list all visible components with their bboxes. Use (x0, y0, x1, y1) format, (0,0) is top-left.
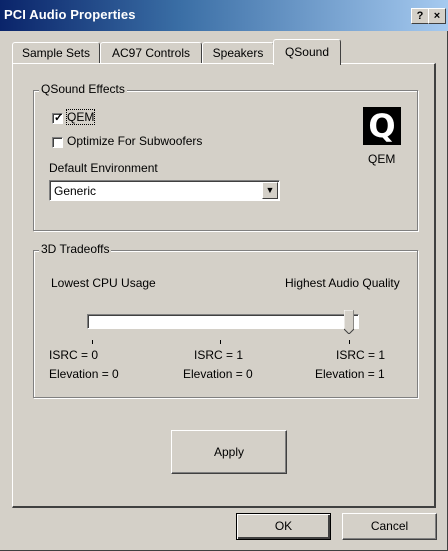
highest-quality-label: Highest Audio Quality (285, 276, 400, 290)
qem-checkbox[interactable]: ✓ (52, 112, 64, 124)
slider-tick (92, 340, 93, 344)
tab-label: Speakers (212, 46, 264, 60)
default-environment-select[interactable]: Generic ▼ (49, 180, 280, 201)
tradeoff-slider-thumb[interactable] (344, 310, 354, 334)
qem-label[interactable]: QEM (65, 109, 96, 125)
close-button[interactable]: × (428, 8, 446, 24)
properties-window: PCI Audio Properties ? × Sample Sets AC9… (0, 0, 448, 551)
tick-2-elevation: Elevation = 1 (315, 367, 385, 381)
tab-qsound[interactable]: QSound (273, 39, 341, 65)
tick-1-elevation: Elevation = 0 (183, 367, 253, 381)
tab-sample-sets[interactable]: Sample Sets (12, 42, 100, 64)
subwoofer-checkbox[interactable] (52, 137, 63, 148)
cancel-button-label: Cancel (370, 519, 409, 533)
tab-label: Sample Sets (21, 46, 91, 60)
tick-0-isrc: ISRC = 0 (49, 348, 99, 362)
default-environment-value: Generic (54, 184, 97, 198)
tradeoff-slider-track[interactable] (87, 314, 359, 329)
cancel-button[interactable]: Cancel (342, 513, 437, 540)
apply-button[interactable]: Apply (171, 430, 287, 474)
ok-button[interactable]: OK (236, 513, 331, 540)
window-title: PCI Audio Properties (4, 7, 136, 22)
qsound-logo-caption: QEM (368, 152, 396, 166)
tab-label: AC97 Controls (111, 46, 191, 60)
tick-1-isrc: ISRC = 1 (194, 348, 244, 362)
qsound-logo-icon: Q (363, 107, 401, 145)
qsound-tab-panel: QSound Effects ✓ QEM Optimize For Subwoo… (12, 63, 436, 508)
tab-label: QSound (284, 45, 330, 59)
subwoofer-label[interactable]: Optimize For Subwoofers (67, 134, 202, 148)
tab-ac97-controls[interactable]: AC97 Controls (100, 42, 202, 64)
tab-speakers[interactable]: Speakers (202, 42, 274, 64)
slider-tick (349, 340, 350, 344)
tick-2-isrc: ISRC = 1 (336, 348, 386, 362)
title-bar[interactable]: PCI Audio Properties ? × (0, 0, 448, 31)
check-icon: ✓ (54, 112, 64, 124)
3d-tradeoffs-group-label: 3D Tradeoffs (39, 242, 112, 256)
lowest-cpu-label: Lowest CPU Usage (51, 276, 156, 290)
default-environment-label: Default Environment (49, 161, 158, 175)
ok-button-label: OK (274, 519, 293, 533)
slider-tick (220, 340, 221, 344)
help-button[interactable]: ? (411, 8, 429, 24)
qsound-effects-group-label: QSound Effects (39, 82, 127, 96)
tick-0-elevation: Elevation = 0 (49, 367, 119, 381)
apply-button-label: Apply (213, 445, 245, 459)
dropdown-arrow-icon[interactable]: ▼ (262, 182, 278, 199)
